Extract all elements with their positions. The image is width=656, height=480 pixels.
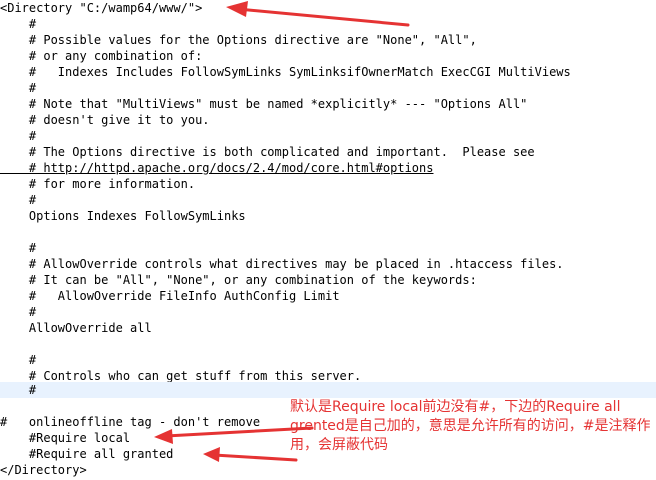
code-line: </Directory> xyxy=(0,463,87,477)
code-line: # xyxy=(0,17,37,31)
code-line: # xyxy=(0,193,37,207)
annotation-note: 默认是Require local前边没有#，下边的Require all gre… xyxy=(290,398,656,455)
code-line: # xyxy=(0,129,37,143)
code-line: # or any combination of: xyxy=(0,49,203,63)
code-line: # Possible values for the Options direct… xyxy=(0,33,477,47)
code-line: # AllowOverride controls what directives… xyxy=(0,257,564,271)
code-line: # xyxy=(0,241,37,255)
documentation-link-line[interactable]: # http://httpd.apache.org/docs/2.4/mod/c… xyxy=(0,160,656,176)
code-line: # doesn't give it to you. xyxy=(0,113,210,127)
code-line: # xyxy=(0,353,37,367)
code-line: # xyxy=(0,81,37,95)
code-line: # Note that "MultiViews" must be named *… xyxy=(0,97,528,111)
code-line: # for more information. xyxy=(0,177,196,191)
code-line: # It can be "All", "None", or any combin… xyxy=(0,273,477,287)
code-line: # Indexes Includes FollowSymLinks SymLin… xyxy=(0,65,571,79)
code-line: # xyxy=(0,305,37,319)
code-line: # AllowOverride FileInfo AuthConfig Limi… xyxy=(0,289,340,303)
code-line: <Directory "C:/wamp64/www/"> xyxy=(0,1,203,15)
code-line: AllowOverride all xyxy=(0,321,152,335)
code-line: Options Indexes FollowSymLinks xyxy=(0,209,246,223)
code-line: # The Options directive is both complica… xyxy=(0,145,535,159)
code-line-current[interactable]: # xyxy=(0,382,656,398)
